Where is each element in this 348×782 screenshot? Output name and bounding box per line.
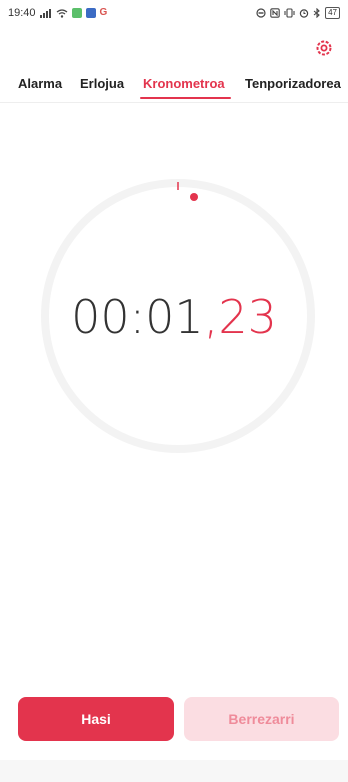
start-button-label: Hasi	[81, 711, 111, 727]
do-not-disturb-icon	[256, 8, 266, 18]
wifi-icon	[56, 8, 67, 18]
time-main: 00:01	[71, 290, 204, 344]
facebook-icon	[85, 8, 96, 18]
active-tab-indicator	[140, 97, 231, 99]
stopwatch-time: 00:01,23	[0, 290, 348, 344]
vibrate-icon	[284, 8, 295, 18]
dial-progress-dot	[190, 193, 198, 201]
settings-button[interactable]	[314, 38, 334, 58]
navigation-bar	[0, 760, 348, 782]
status-bar-left: 19:40 G	[8, 7, 107, 19]
tab-stopwatch[interactable]: Kronometroa	[143, 76, 225, 91]
battery-icon: 47	[325, 7, 340, 19]
signal-icon	[39, 8, 51, 18]
status-bar-right: 47	[256, 7, 340, 19]
nfc-icon	[270, 8, 280, 18]
status-time: 19:40	[8, 7, 36, 19]
time-centiseconds: ,23	[203, 290, 277, 344]
alarm-icon	[299, 9, 309, 18]
app-notification-icon	[71, 8, 82, 18]
settings-ring-icon	[316, 40, 332, 56]
start-button[interactable]: Hasi	[18, 697, 174, 741]
google-icon: G	[99, 7, 108, 18]
tab-bar: Alarma Erlojua Kronometroa Tenporizadore…	[0, 70, 348, 103]
tab-clock[interactable]: Erlojua	[80, 76, 124, 91]
tab-timer[interactable]: Tenporizadorea	[245, 76, 341, 91]
reset-button-label: Berrezarri	[228, 711, 295, 727]
bluetooth-icon	[313, 8, 320, 18]
status-bar: 19:40 G 47	[0, 0, 348, 26]
reset-button[interactable]: Berrezarri	[184, 697, 339, 741]
tab-alarm[interactable]: Alarma	[18, 76, 62, 91]
